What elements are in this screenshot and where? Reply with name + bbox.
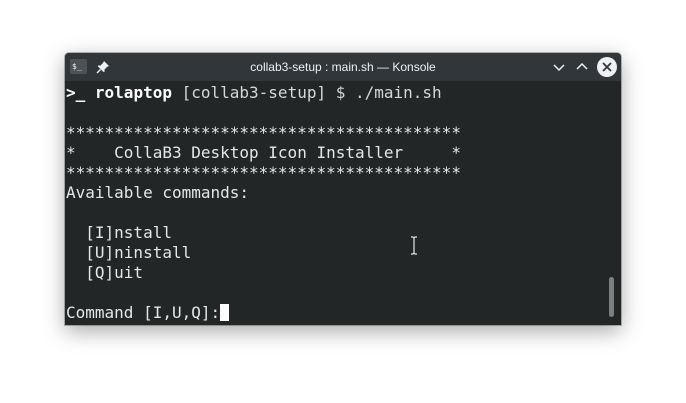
prompt-symbol: >_ xyxy=(66,83,86,102)
option-quit: [Q]uit xyxy=(66,263,144,282)
close-icon[interactable] xyxy=(597,57,617,77)
option-uninstall: [U]ninstall xyxy=(66,243,192,262)
konsole-window: $_ collab3-setup : main.sh — Konsole >_ … xyxy=(65,53,621,325)
ibeam-cursor-icon xyxy=(411,236,417,255)
scrollbar[interactable] xyxy=(608,81,616,325)
command-prompt: Command [I,U,Q]: xyxy=(66,303,221,322)
text-cursor xyxy=(220,304,230,321)
option-install: [I]nstall xyxy=(66,223,172,242)
window-title: collab3-setup : main.sh — Konsole xyxy=(250,60,436,74)
command-text: [collab3-setup] $ ./main.sh xyxy=(171,83,442,102)
host-name: rolaptop xyxy=(94,83,172,102)
banner-title: * CollaB3 Desktop Icon Installer * xyxy=(66,143,461,162)
title-bar[interactable]: $_ collab3-setup : main.sh — Konsole xyxy=(65,53,621,81)
banner-border-top: ****************************************… xyxy=(66,123,461,142)
scrollbar-thumb[interactable] xyxy=(609,277,614,317)
command-input-line[interactable]: Command [I,U,Q]: xyxy=(66,303,230,323)
chevron-up-icon[interactable] xyxy=(573,58,591,76)
banner-border-bottom: ****************************************… xyxy=(66,163,461,182)
chevron-down-icon[interactable] xyxy=(550,58,568,76)
terminal-area[interactable]: >_ rolaptop [collab3-setup] $ ./main.sh … xyxy=(65,81,621,325)
prompt-line: >_ rolaptop [collab3-setup] $ ./main.sh xyxy=(66,83,442,103)
available-commands-label: Available commands: xyxy=(66,183,250,202)
